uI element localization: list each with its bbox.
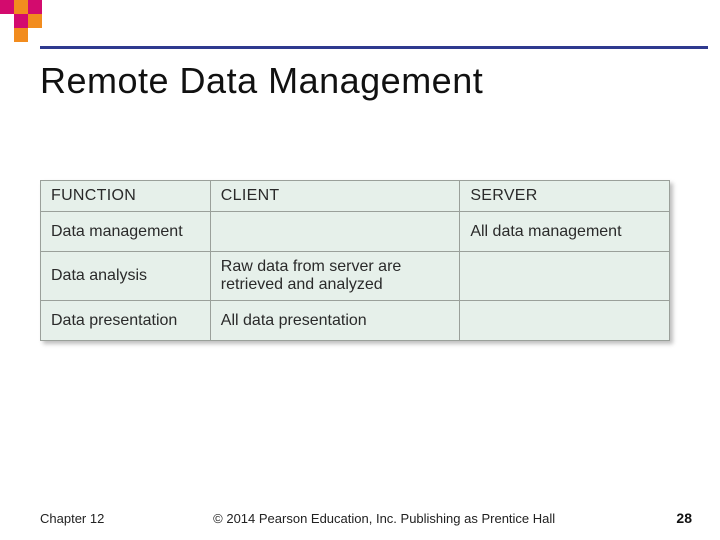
- page-number: 28: [664, 510, 692, 526]
- function-table: FUNCTION CLIENT SERVER Data management A…: [40, 180, 670, 341]
- table-row: Data management All data management: [41, 212, 670, 252]
- col-header-client: CLIENT: [210, 181, 460, 212]
- title-divider: [40, 46, 708, 49]
- chapter-label: Chapter 12: [40, 511, 104, 526]
- col-header-function: FUNCTION: [41, 181, 211, 212]
- cell-client: Raw data from server are retrieved and a…: [210, 252, 460, 301]
- slide-footer: Chapter 12 © 2014 Pearson Education, Inc…: [0, 510, 720, 526]
- cell-server: All data management: [460, 212, 670, 252]
- table-header-row: FUNCTION CLIENT SERVER: [41, 181, 670, 212]
- cell-client: All data presentation: [210, 301, 460, 341]
- cell-server: [460, 252, 670, 301]
- cell-function: Data management: [41, 212, 211, 252]
- cell-function: Data presentation: [41, 301, 211, 341]
- cell-client: [210, 212, 460, 252]
- cell-function: Data analysis: [41, 252, 211, 301]
- table-row: Data analysis Raw data from server are r…: [41, 252, 670, 301]
- copyright-text: © 2014 Pearson Education, Inc. Publishin…: [104, 511, 664, 526]
- table-row: Data presentation All data presentation: [41, 301, 670, 341]
- slide-title: Remote Data Management: [40, 60, 483, 102]
- cell-server: [460, 301, 670, 341]
- col-header-server: SERVER: [460, 181, 670, 212]
- corner-decor: [0, 0, 90, 46]
